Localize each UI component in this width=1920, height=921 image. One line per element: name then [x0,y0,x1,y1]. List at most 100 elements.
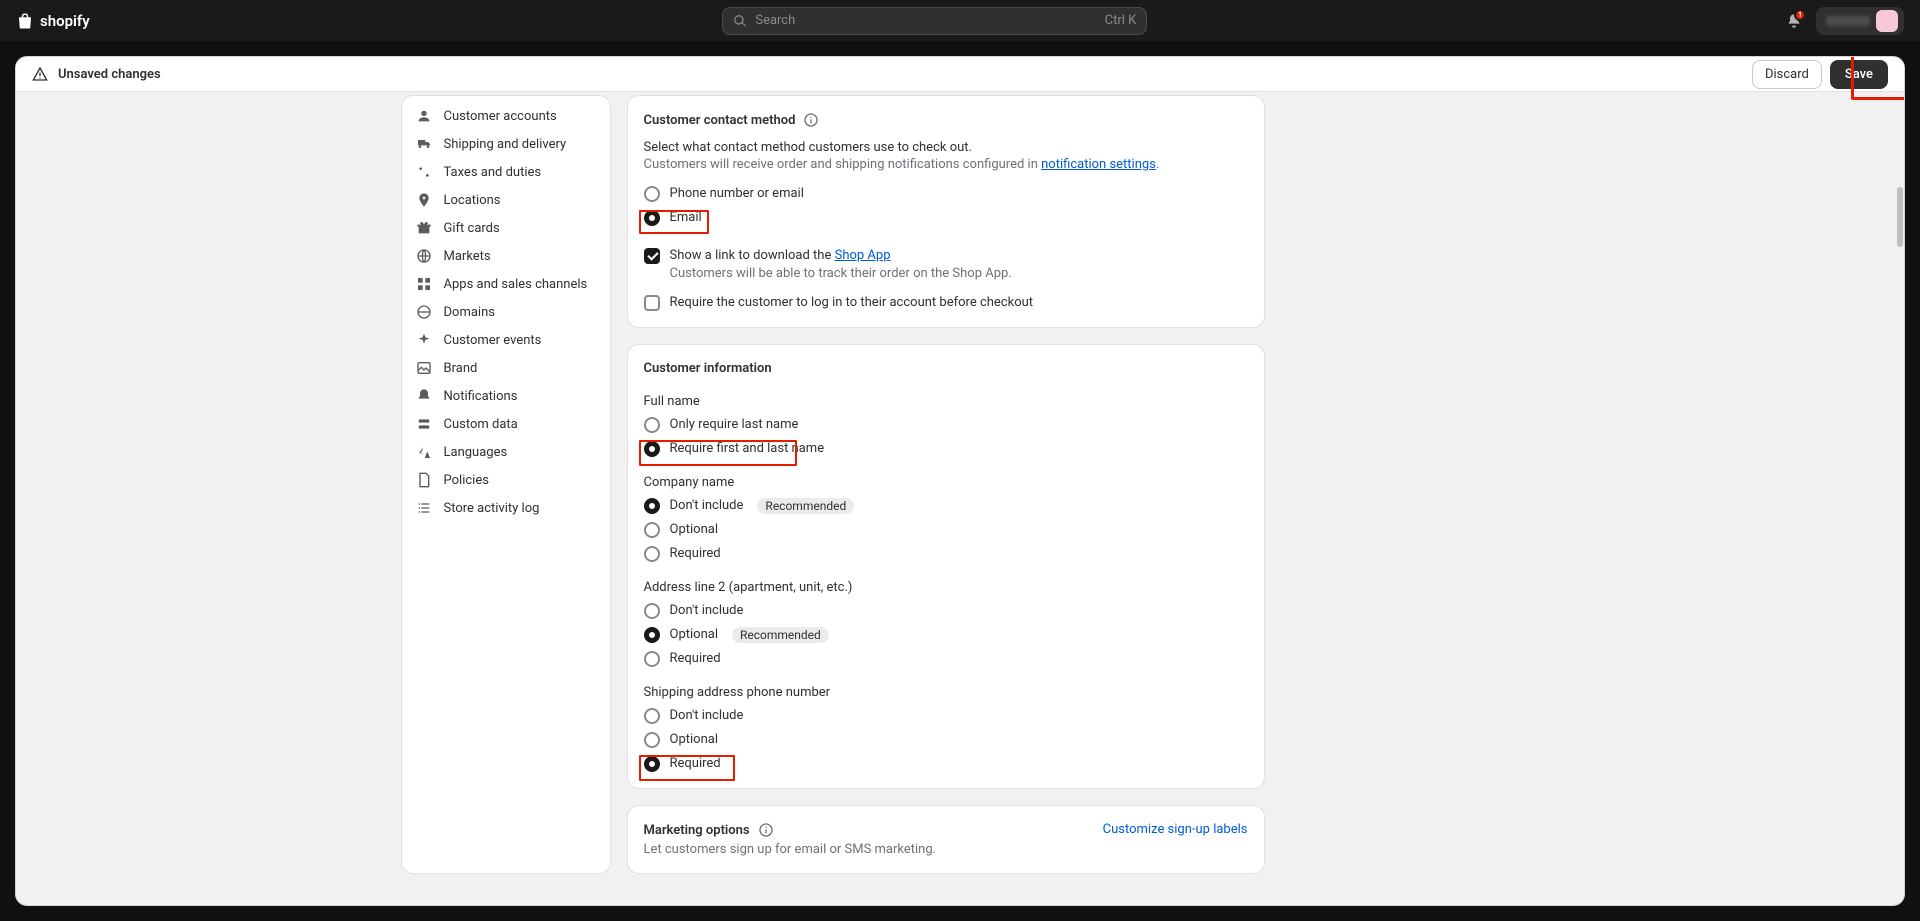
helper-prefix: Customers will receive order and shippin… [644,157,1042,172]
panel-title: Marketing options [644,822,937,838]
sidebar-item-label: Taxes and duties [444,165,542,180]
radio-shipphone-required[interactable]: Required [644,756,1248,772]
sidebar-item-label: Brand [444,361,478,376]
translate-icon [416,444,432,460]
sidebar-item-gift-cards[interactable]: Gift cards [402,214,610,242]
sidebar-item-label: Gift cards [444,221,500,236]
radio-addr2-required[interactable]: Required [644,651,1248,667]
settings-sidebar: Customer accounts Shipping and delivery … [401,95,611,874]
radio-input[interactable] [644,708,660,724]
checkbox-shop-app[interactable]: Show a link to download the Shop App [644,248,1248,264]
radio-phone-or-email[interactable]: Phone number or email [644,186,1248,202]
notifications-button[interactable]: 1 [1780,7,1808,35]
checkbox-require-login[interactable]: Require the customer to log in to their … [644,295,1248,311]
radio-input[interactable] [644,441,660,457]
sparkle-icon [416,332,432,348]
recommended-badge: Recommended [757,498,854,514]
radio-email[interactable]: Email [644,210,1248,226]
sidebar-item-label: Apps and sales channels [444,277,588,292]
panel-contact-method: Customer contact method Select what cont… [627,95,1265,328]
panel-title: Customer contact method [644,112,1248,128]
sidebar-item-label: Notifications [444,389,518,404]
notification-settings-link[interactable]: notification settings [1041,157,1156,172]
radio-shipphone-optional[interactable]: Optional [644,732,1248,748]
sidebar-item-locations[interactable]: Locations [402,186,610,214]
checkbox-label: Show a link to download the Shop App [670,248,891,263]
radio-shipphone-dont-include[interactable]: Don't include [644,708,1248,724]
discard-button[interactable]: Discard [1752,60,1822,89]
search-icon [733,14,747,28]
scrollbar-thumb[interactable] [1897,187,1903,247]
radio-input[interactable] [644,210,660,226]
avatar [1876,10,1898,32]
radio-input[interactable] [644,186,660,202]
radio-input[interactable] [644,732,660,748]
radio-label: Optional [670,732,718,747]
group-company-name: Company name [644,475,1248,490]
sidebar-item-markets[interactable]: Markets [402,242,610,270]
checkbox-input[interactable] [644,248,660,264]
radio-input[interactable] [644,603,660,619]
radio-addr2-optional[interactable]: Optional Recommended [644,627,1248,643]
list-icon [416,500,432,516]
grid-icon [416,276,432,292]
helper-suffix: . [1156,157,1159,172]
search-placeholder: Search [755,13,795,28]
save-button[interactable]: Save [1830,60,1888,89]
shop-app-sublabel: Customers will be able to track their or… [670,266,1248,281]
radio-input[interactable] [644,522,660,538]
sidebar-item-activity-log[interactable]: Store activity log [402,494,610,522]
radio-only-last-name[interactable]: Only require last name [644,417,1248,433]
sidebar-item-custom-data[interactable]: Custom data [402,410,610,438]
radio-company-required[interactable]: Required [644,546,1248,562]
radio-input[interactable] [644,651,660,667]
radio-require-first-last[interactable]: Require first and last name [644,441,1248,457]
search-input[interactable]: Search Ctrl K [722,7,1147,35]
percent-icon [416,164,432,180]
radio-company-dont-include[interactable]: Don't include Recommended [644,498,1248,514]
shop-prefix: Show a link to download the [670,248,835,263]
sidebar-item-label: Customer accounts [444,109,557,124]
radio-label: Only require last name [670,417,799,432]
image-icon [416,360,432,376]
customize-signup-link[interactable]: Customize sign-up labels [1103,822,1248,837]
shop-app-link[interactable]: Shop App [835,248,891,263]
radio-input[interactable] [644,546,660,562]
sidebar-item-languages[interactable]: Languages [402,438,610,466]
group-address-line-2: Address line 2 (apartment, unit, etc.) [644,580,1248,595]
checkbox-input[interactable] [644,295,660,311]
shopify-bag-icon [16,11,34,31]
group-full-name: Full name [644,394,1248,409]
truck-icon [416,136,432,152]
info-icon[interactable] [758,822,774,838]
radio-addr2-dont-include[interactable]: Don't include [644,603,1248,619]
sidebar-item-domains[interactable]: Domains [402,298,610,326]
radio-label: Don't include [670,498,744,513]
sidebar-item-customer-events[interactable]: Customer events [402,326,610,354]
radio-input[interactable] [644,417,660,433]
settings-sheet: Unsaved changes Discard Save Customer ac… [15,56,1905,906]
sidebar-item-label: Store activity log [444,501,540,516]
sidebar-item-taxes[interactable]: Taxes and duties [402,158,610,186]
sidebar-item-apps[interactable]: Apps and sales channels [402,270,610,298]
radio-input[interactable] [644,756,660,772]
marketing-desc: Let customers sign up for email or SMS m… [644,842,937,857]
sidebar-item-shipping[interactable]: Shipping and delivery [402,130,610,158]
radio-label: Email [670,210,702,225]
radio-company-optional[interactable]: Optional [644,522,1248,538]
sidebar-item-notifications[interactable]: Notifications [402,382,610,410]
sidebar-item-customer-accounts[interactable]: Customer accounts [402,102,610,130]
notification-badge: 1 [1794,9,1806,21]
radio-input[interactable] [644,498,660,514]
globe-icon [416,304,432,320]
sidebar-item-label: Customer events [444,333,542,348]
store-switcher[interactable] [1816,7,1904,35]
radio-label: Phone number or email [670,186,804,201]
globe-icon [416,248,432,264]
sidebar-item-policies[interactable]: Policies [402,466,610,494]
radio-input[interactable] [644,627,660,643]
sidebar-item-brand[interactable]: Brand [402,354,610,382]
radio-label: Optional [670,627,718,642]
info-icon[interactable] [803,112,819,128]
shopify-logo[interactable]: shopify [16,11,90,31]
